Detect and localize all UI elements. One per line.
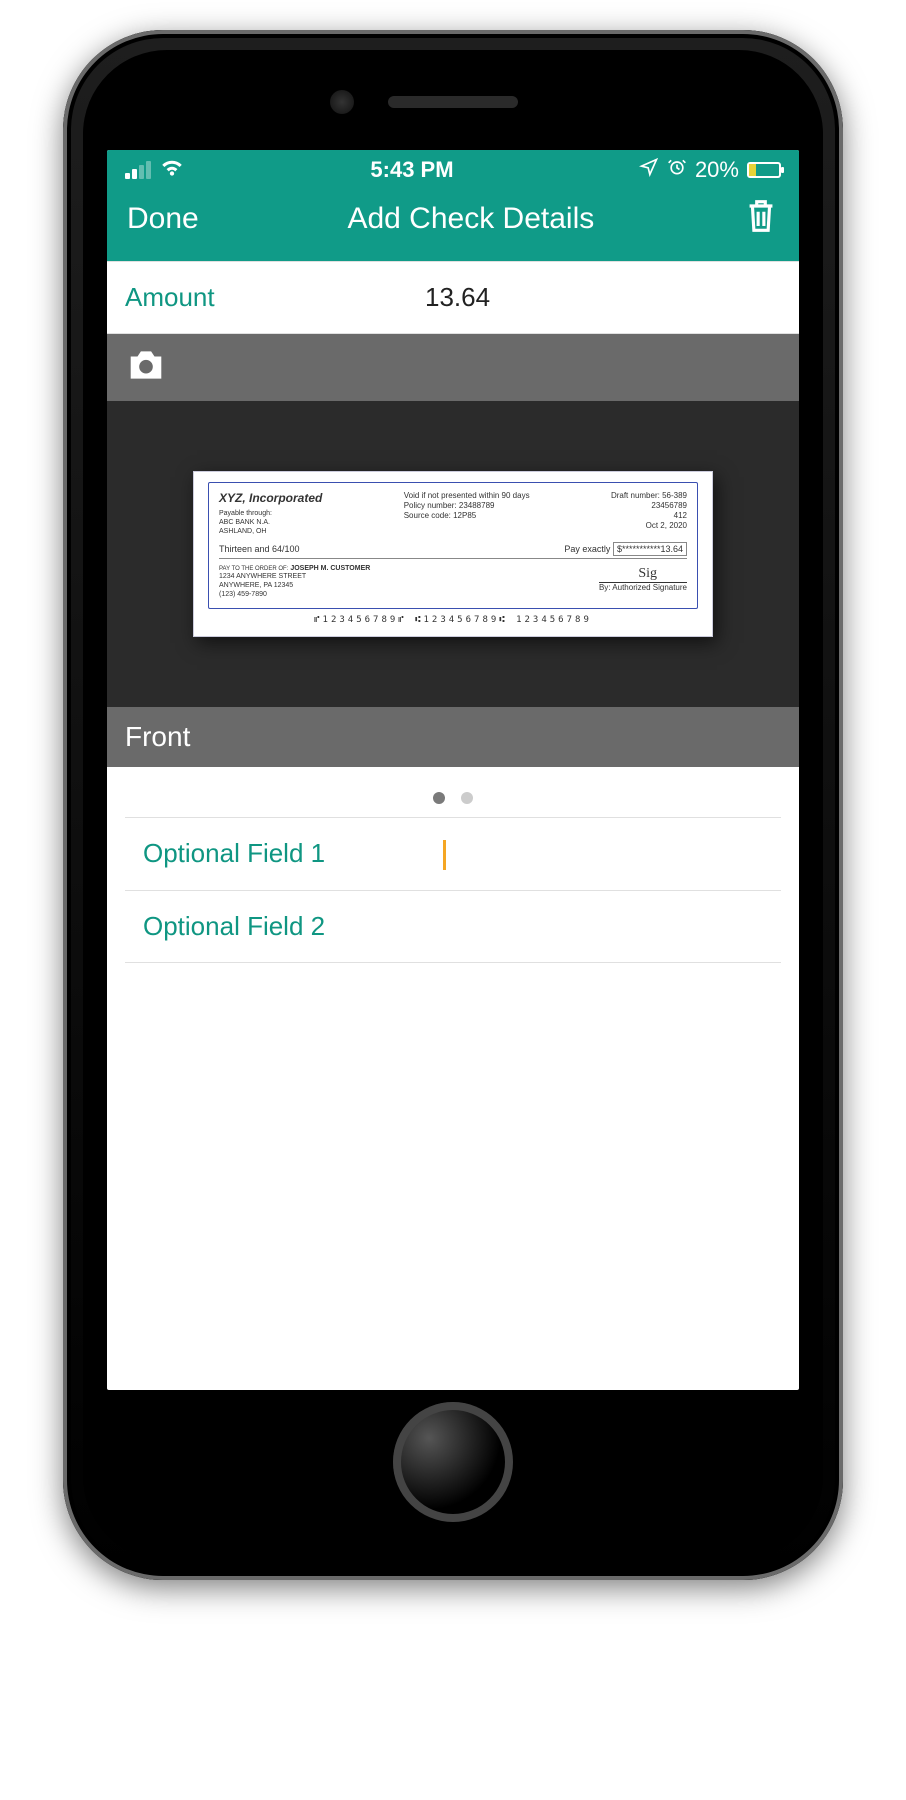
optional-field-1-input[interactable] [443,838,763,870]
check-image-area[interactable]: XYZ, Incorporated Payable through: ABC B… [107,401,799,707]
alarm-icon [667,157,687,183]
optional-field-2-label: Optional Field 2 [143,911,403,942]
camera-button[interactable] [107,334,799,401]
optional-field-1-row[interactable]: Optional Field 1 [125,817,781,891]
text-cursor [443,840,446,870]
page-indicator[interactable] [107,767,799,817]
amount-label: Amount [125,282,385,313]
optional-field-1-label: Optional Field 1 [143,838,403,869]
image-side-label: Front [107,707,799,767]
page-dot [461,792,473,804]
phone-speaker [388,96,518,108]
app-screen: 5:43 PM 20% Done Add Check Detail [107,150,799,1390]
status-time: 5:43 PM [370,157,453,183]
done-button[interactable]: Done [127,202,199,236]
status-bar: 5:43 PM 20% [107,150,799,186]
home-button[interactable] [393,1402,513,1522]
optional-fields: Optional Field 1 Optional Field 2 [107,817,799,963]
camera-icon [125,348,167,382]
delete-button[interactable] [743,196,779,241]
wifi-icon [159,156,185,184]
nav-bar: Done Add Check Details [107,186,799,261]
optional-field-2-row[interactable]: Optional Field 2 [125,891,781,963]
amount-value: 13.64 [425,282,781,313]
amount-row[interactable]: Amount 13.64 [107,261,799,334]
signal-icon [125,161,151,179]
check-company: XYZ, Incorporated [219,491,322,506]
check-micr: ⑈123456789⑈ ⑆123456789⑆ 123456789 [208,609,698,626]
page-dot [433,792,445,804]
location-icon [639,157,659,183]
top-bar: 5:43 PM 20% Done Add Check Detail [107,150,799,261]
battery-pct: 20% [695,157,739,183]
check-image: XYZ, Incorporated Payable through: ABC B… [193,471,713,637]
battery-icon [747,162,781,178]
phone-frame: 5:43 PM 20% Done Add Check Detail [63,30,843,1580]
page-title: Add Check Details [347,202,594,236]
